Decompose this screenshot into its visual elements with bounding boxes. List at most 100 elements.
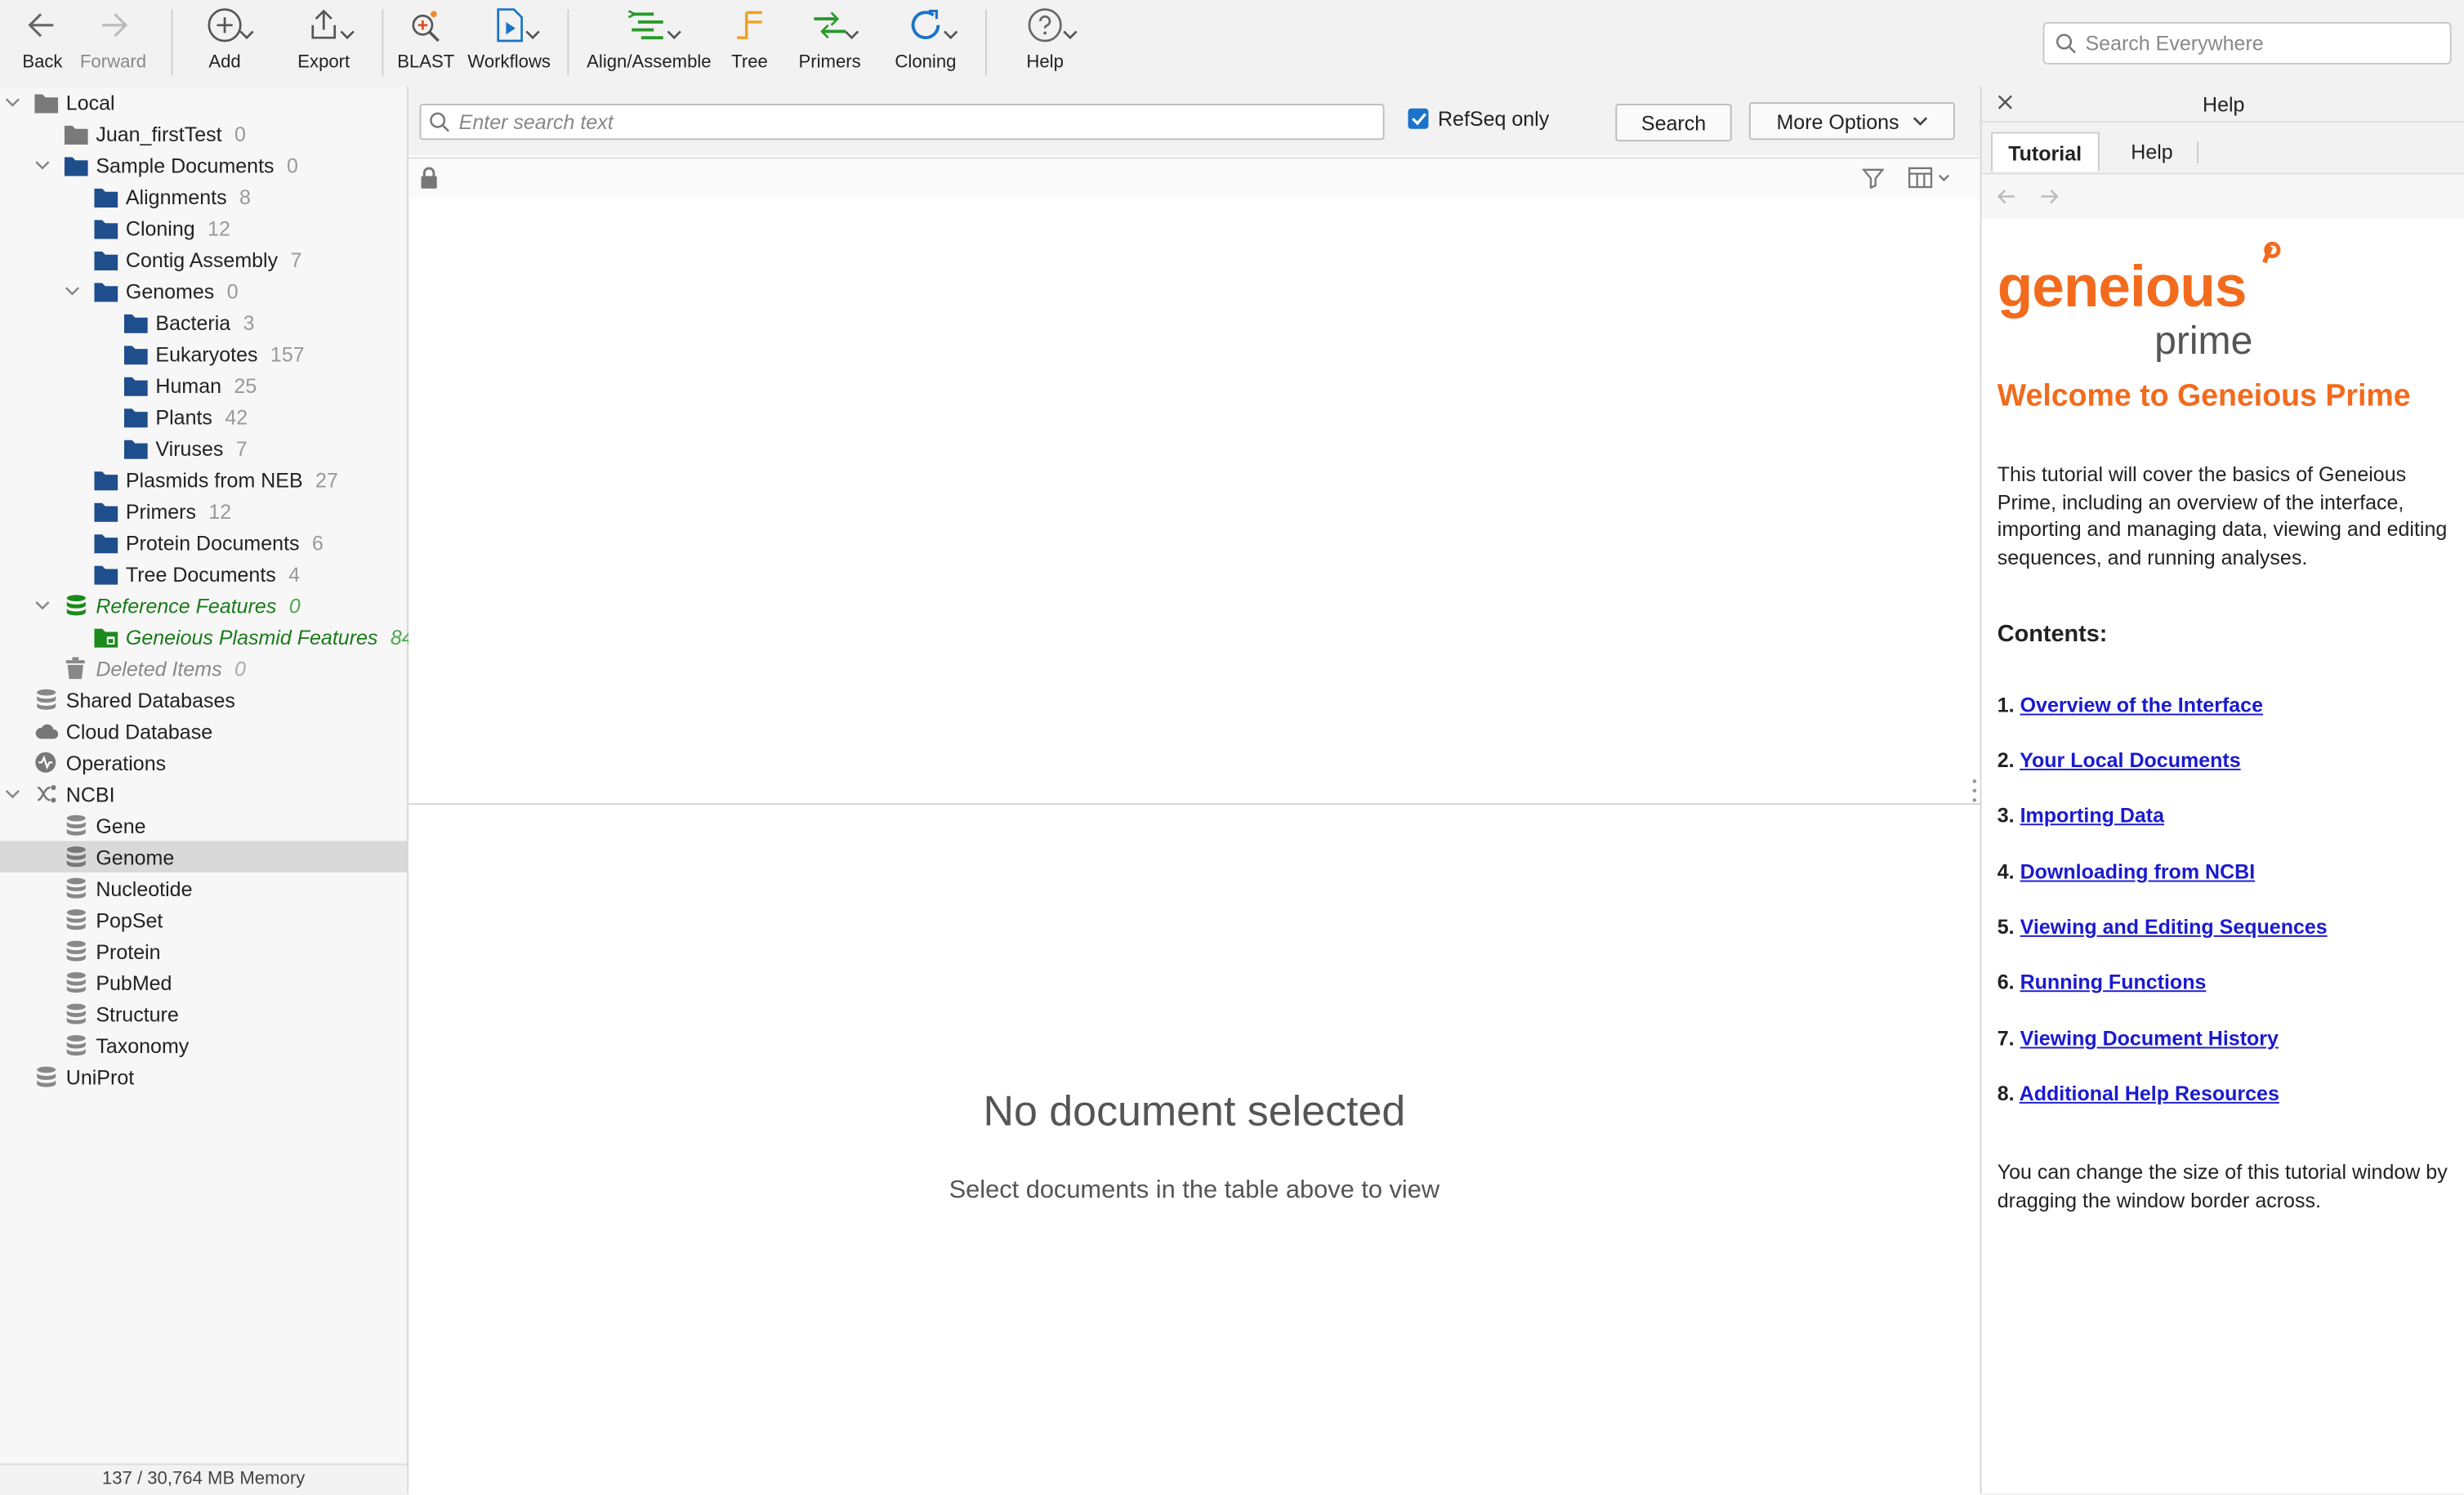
blast-icon	[407, 0, 444, 51]
contents-heading: Contents:	[1997, 621, 2108, 648]
tree-item-ncbi[interactable]: NCBI	[0, 778, 410, 809]
chevron-down-icon[interactable]	[3, 96, 22, 108]
tree-item-deleted-items[interactable]: Deleted Items 0	[0, 653, 470, 684]
folder-icon	[92, 217, 118, 239]
tree-item-protein[interactable]: Protein	[0, 935, 470, 966]
folder-icon	[92, 500, 118, 522]
toc-item: 6. Running Functions	[1997, 970, 2207, 994]
database-icon	[63, 877, 88, 899]
search-everywhere-input[interactable]: Search Everywhere	[2042, 21, 2452, 65]
splitter-handle[interactable]	[1972, 778, 1977, 810]
toc-link[interactable]: Importing Data	[2020, 803, 2164, 827]
tree-button[interactable]: Tree	[726, 0, 774, 87]
database-icon	[63, 1003, 88, 1025]
tree-item-pubmed[interactable]: PubMed	[0, 966, 470, 997]
tree-item-nucleotide[interactable]: Nucleotide	[0, 872, 470, 904]
back-button[interactable]: Back	[16, 0, 69, 87]
chevron-down-icon[interactable]	[63, 284, 82, 297]
trash-icon	[63, 657, 88, 680]
operations-icon	[33, 752, 58, 774]
chevron-down-icon[interactable]	[524, 20, 540, 49]
folder-icon	[63, 123, 88, 145]
arrow-left-icon	[25, 0, 60, 51]
chevron-down-icon[interactable]	[943, 20, 958, 49]
database-icon	[63, 1034, 88, 1056]
tree-item-shared-databases[interactable]: Shared Databases	[0, 684, 440, 715]
plus-circle-icon	[206, 0, 243, 51]
folder-icon	[123, 342, 148, 364]
tab-help[interactable]: Help	[2115, 132, 2189, 170]
align-assemble-button[interactable]: Align/Assemble	[586, 0, 712, 87]
chevron-down-icon[interactable]	[239, 20, 254, 49]
logo-subtitle: prime	[2154, 319, 2252, 363]
tree-item-gene[interactable]: Gene	[0, 810, 470, 841]
folder-icon	[123, 405, 148, 427]
columns-icon[interactable]	[1908, 167, 1950, 189]
toc-link[interactable]: Your Local Documents	[2020, 748, 2240, 772]
chevron-down-icon[interactable]	[33, 158, 51, 171]
help-nav-row	[1981, 174, 2464, 219]
tree-item-local[interactable]: Local	[0, 87, 410, 118]
database-icon	[33, 1066, 58, 1088]
arrow-right-icon[interactable]	[2038, 185, 2060, 208]
chevron-down-icon[interactable]	[33, 599, 51, 611]
tree-item-structure[interactable]: Structure	[0, 998, 470, 1029]
database-icon	[63, 971, 88, 993]
tree-item-cloud-database[interactable]: Cloud Database	[0, 716, 440, 747]
tree-item-genomes[interactable]: Genomes 0	[0, 275, 470, 306]
tree-item-taxonomy[interactable]: Taxonomy	[0, 1029, 470, 1060]
tab-divider	[2197, 141, 2198, 164]
toolbar-separator	[382, 9, 384, 76]
toc-link[interactable]: Viewing and Editing Sequences	[2020, 915, 2328, 939]
arrow-left-icon[interactable]	[1996, 185, 2018, 208]
document-search-bar: Enter search text RefSeq only Search Mor…	[408, 86, 1980, 156]
folder-icon	[92, 248, 118, 270]
chevron-down-icon[interactable]	[1062, 20, 1078, 49]
folder-icon	[92, 280, 118, 302]
database-icon	[63, 594, 88, 616]
blast-button[interactable]: BLAST	[397, 0, 454, 87]
folder-icon	[123, 311, 148, 333]
chevron-down-icon[interactable]	[3, 788, 22, 800]
chevron-down-icon[interactable]	[844, 20, 859, 49]
chevron-down-icon[interactable]	[339, 20, 355, 49]
chevron-down-icon[interactable]	[667, 20, 682, 49]
outro-paragraph: You can change the size of this tutorial…	[1997, 1160, 2448, 1212]
toc-link[interactable]: Overview of the Interface	[2020, 694, 2263, 717]
help-panel-title: Help	[2203, 92, 2245, 117]
search-button[interactable]: Search	[1615, 103, 1732, 142]
tree-item-operations[interactable]: Operations	[0, 747, 440, 778]
tree-item-uniprot[interactable]: UniProt	[0, 1061, 440, 1092]
document-search-input[interactable]: Enter search text	[419, 103, 1385, 141]
toolbar-separator	[985, 9, 987, 76]
tree-item-genome[interactable]: Genome	[0, 841, 471, 872]
search-placeholder: Enter search text	[458, 109, 614, 134]
tree-item-popset[interactable]: PopSet	[0, 904, 470, 935]
export-icon	[305, 0, 342, 51]
no-document-title: No document selected	[983, 1087, 1406, 1136]
tree-item-sample-documents[interactable]: Sample Documents 0	[0, 150, 440, 181]
help-tabs: Tutorial Help	[1981, 123, 2464, 175]
no-document-subtitle: Select documents in the table above to v…	[949, 1177, 1440, 1204]
filter-icon[interactable]	[1862, 167, 1885, 189]
folder-icon	[92, 185, 118, 208]
toc-link[interactable]: Downloading from NCBI	[2020, 860, 2256, 884]
lock-icon[interactable]	[420, 167, 439, 189]
more-options-button[interactable]: More Options	[1748, 102, 1955, 141]
tree-item-reference-features[interactable]: Reference Features 0	[0, 590, 440, 621]
toc-link[interactable]: Additional Help Resources	[2020, 1082, 2279, 1105]
toc-link[interactable]: Viewing Document History	[2020, 1027, 2279, 1051]
tree-icon	[730, 0, 768, 51]
database-icon	[63, 814, 88, 837]
document-table[interactable]	[408, 198, 1980, 804]
tab-tutorial[interactable]: Tutorial	[1991, 132, 2100, 172]
toc-link[interactable]: Running Functions	[2020, 970, 2207, 993]
toc-item: 3. Importing Data	[1997, 803, 2165, 828]
help-panel-header: Help	[1981, 86, 2464, 123]
app-window: Back Forward Add Export BLAST Workflows …	[0, 0, 2464, 1495]
memory-status[interactable]: 137 / 30,764 MB Memory	[0, 1463, 408, 1493]
forward-button[interactable]: Forward	[78, 0, 148, 87]
refseq-only-checkbox[interactable]: RefSeq only	[1408, 107, 1549, 131]
search-icon	[2056, 33, 2076, 54]
tree-item-juan-firsttest[interactable]: Juan_firstTest 0	[0, 118, 470, 149]
